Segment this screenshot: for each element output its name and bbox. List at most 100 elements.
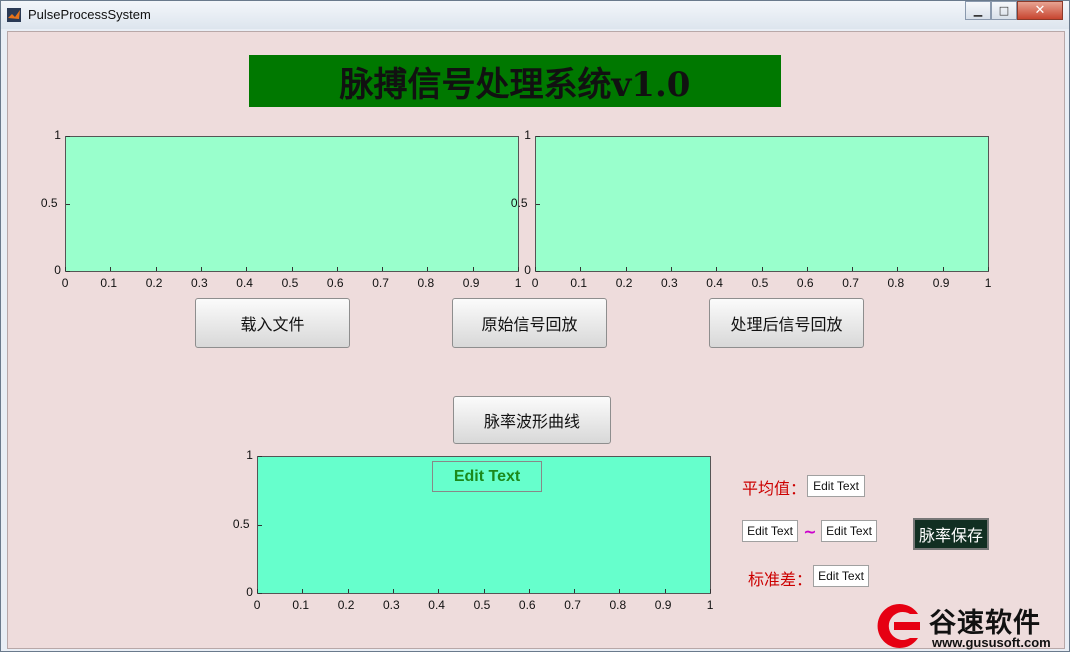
watermark-logo: 谷速软件 www.gususoft.com xyxy=(872,600,1070,652)
x-tick-mark xyxy=(382,267,384,271)
y-tick-mark xyxy=(258,593,262,594)
range-min-field[interactable]: Edit Text xyxy=(742,520,798,542)
x-tick-mark xyxy=(427,267,429,271)
x-tick-label: 0.5 xyxy=(281,276,299,290)
play-processed-button[interactable]: 处理后信号回放 xyxy=(709,298,864,348)
x-tick-mark xyxy=(472,267,474,271)
x-tick-label: 0.8 xyxy=(609,598,627,612)
y-tick-mark xyxy=(258,456,262,457)
x-tick-mark xyxy=(716,267,718,271)
gususoft-logo-icon xyxy=(877,604,920,648)
y-tick-mark xyxy=(258,524,262,526)
plot-area[interactable] xyxy=(535,136,989,272)
x-tick-label: 0.4 xyxy=(706,276,723,290)
x-tick-mark xyxy=(347,589,349,593)
x-tick-mark xyxy=(710,589,711,593)
x-tick-label: 0.9 xyxy=(932,276,950,290)
x-tick-mark xyxy=(580,267,582,271)
x-tick-label: 0.1 xyxy=(100,276,118,290)
y-tick-label: 1 xyxy=(524,128,531,142)
x-tick-mark xyxy=(852,267,854,271)
y-tick-mark xyxy=(536,271,540,272)
x-tick-mark xyxy=(336,267,338,271)
x-tick-label: 0.6 xyxy=(518,598,536,612)
std-label: 标准差： xyxy=(748,570,813,589)
y-tick-mark xyxy=(536,203,540,205)
x-tick-label: 0.6 xyxy=(326,276,344,290)
plot-edit-text[interactable]: Edit Text xyxy=(432,461,542,492)
x-tick-mark xyxy=(664,589,666,593)
plot-area[interactable] xyxy=(65,136,519,272)
window-controls: ▁ □ ✕ xyxy=(965,1,1063,21)
matlab-icon xyxy=(7,8,21,22)
y-tick-label: 0 xyxy=(246,585,253,599)
x-tick-mark xyxy=(483,589,485,593)
x-tick-mark xyxy=(528,589,530,593)
x-tick-mark xyxy=(438,589,440,593)
y-tick-mark xyxy=(66,271,70,272)
x-tick-label: 0.4 xyxy=(428,598,445,612)
x-tick-label: 0.7 xyxy=(842,276,859,290)
range-separator: ~ xyxy=(803,522,817,541)
x-tick-mark xyxy=(302,589,304,593)
x-tick-label: 0.9 xyxy=(654,598,672,612)
x-tick-label: 0 xyxy=(253,598,261,612)
play-original-button[interactable]: 原始信号回放 xyxy=(452,298,607,348)
x-tick-mark xyxy=(291,267,293,271)
title-bar: PulseProcessSystem ▁ □ ✕ xyxy=(1,1,1069,29)
minimize-button[interactable]: ▁ xyxy=(965,1,991,20)
x-tick-label: 0.5 xyxy=(751,276,769,290)
x-tick-mark xyxy=(392,589,394,593)
y-tick-mark xyxy=(66,203,70,205)
watermark-url: www.gususoft.com xyxy=(932,635,1051,650)
x-tick-mark xyxy=(806,267,808,271)
x-tick-label: 0 xyxy=(531,276,539,290)
x-tick-mark xyxy=(518,267,519,271)
x-tick-label: 0.9 xyxy=(462,276,480,290)
maximize-button[interactable]: □ xyxy=(991,1,1017,20)
x-tick-mark xyxy=(619,589,621,593)
mean-field[interactable]: Edit Text xyxy=(807,475,865,497)
x-tick-mark xyxy=(988,267,989,271)
x-tick-label: 0 xyxy=(61,276,69,290)
y-tick-mark xyxy=(66,136,70,137)
y-tick-label: 0 xyxy=(54,263,61,277)
y-tick-label: 1 xyxy=(246,448,253,462)
x-tick-label: 0.8 xyxy=(887,276,905,290)
x-tick-mark xyxy=(942,267,944,271)
close-button[interactable]: ✕ xyxy=(1017,1,1063,20)
y-tick-mark xyxy=(536,136,540,137)
x-tick-mark xyxy=(574,589,576,593)
y-tick-label: 0.5 xyxy=(232,516,250,531)
x-tick-mark xyxy=(110,267,112,271)
load-file-button[interactable]: 载入文件 xyxy=(195,298,350,348)
x-tick-label: 0.4 xyxy=(236,276,253,290)
y-tick-label: 0.5 xyxy=(40,195,58,210)
x-tick-mark xyxy=(761,267,763,271)
window-title: PulseProcessSystem xyxy=(28,7,151,22)
pulse-curve-button[interactable]: 脉率波形曲线 xyxy=(453,396,611,444)
x-tick-mark xyxy=(670,267,672,271)
x-tick-mark xyxy=(625,267,627,271)
save-rate-button[interactable]: 脉率保存 xyxy=(913,518,989,550)
x-tick-mark xyxy=(155,267,157,271)
y-tick-label: 0.5 xyxy=(510,195,528,210)
x-tick-label: 0.3 xyxy=(191,276,208,290)
x-tick-label: 0.5 xyxy=(473,598,491,612)
y-tick-label: 1 xyxy=(54,128,61,142)
mean-label: 平均值： xyxy=(742,479,807,498)
std-field[interactable]: Edit Text xyxy=(813,565,869,587)
x-tick-label: 0.2 xyxy=(337,598,355,612)
x-tick-label: 0.8 xyxy=(417,276,435,290)
x-tick-label: 0.3 xyxy=(661,276,678,290)
x-tick-label: 0.1 xyxy=(570,276,588,290)
app-title: 脉搏信号处理系统v1.0 xyxy=(339,64,691,105)
x-tick-label: 1 xyxy=(514,276,522,290)
range-max-field[interactable]: Edit Text xyxy=(821,520,877,542)
x-tick-mark xyxy=(200,267,202,271)
x-tick-label: 1 xyxy=(984,276,992,290)
y-tick-label: 0 xyxy=(524,263,531,277)
x-tick-label: 0.6 xyxy=(796,276,814,290)
x-tick-mark xyxy=(246,267,248,271)
x-tick-label: 0.2 xyxy=(145,276,163,290)
